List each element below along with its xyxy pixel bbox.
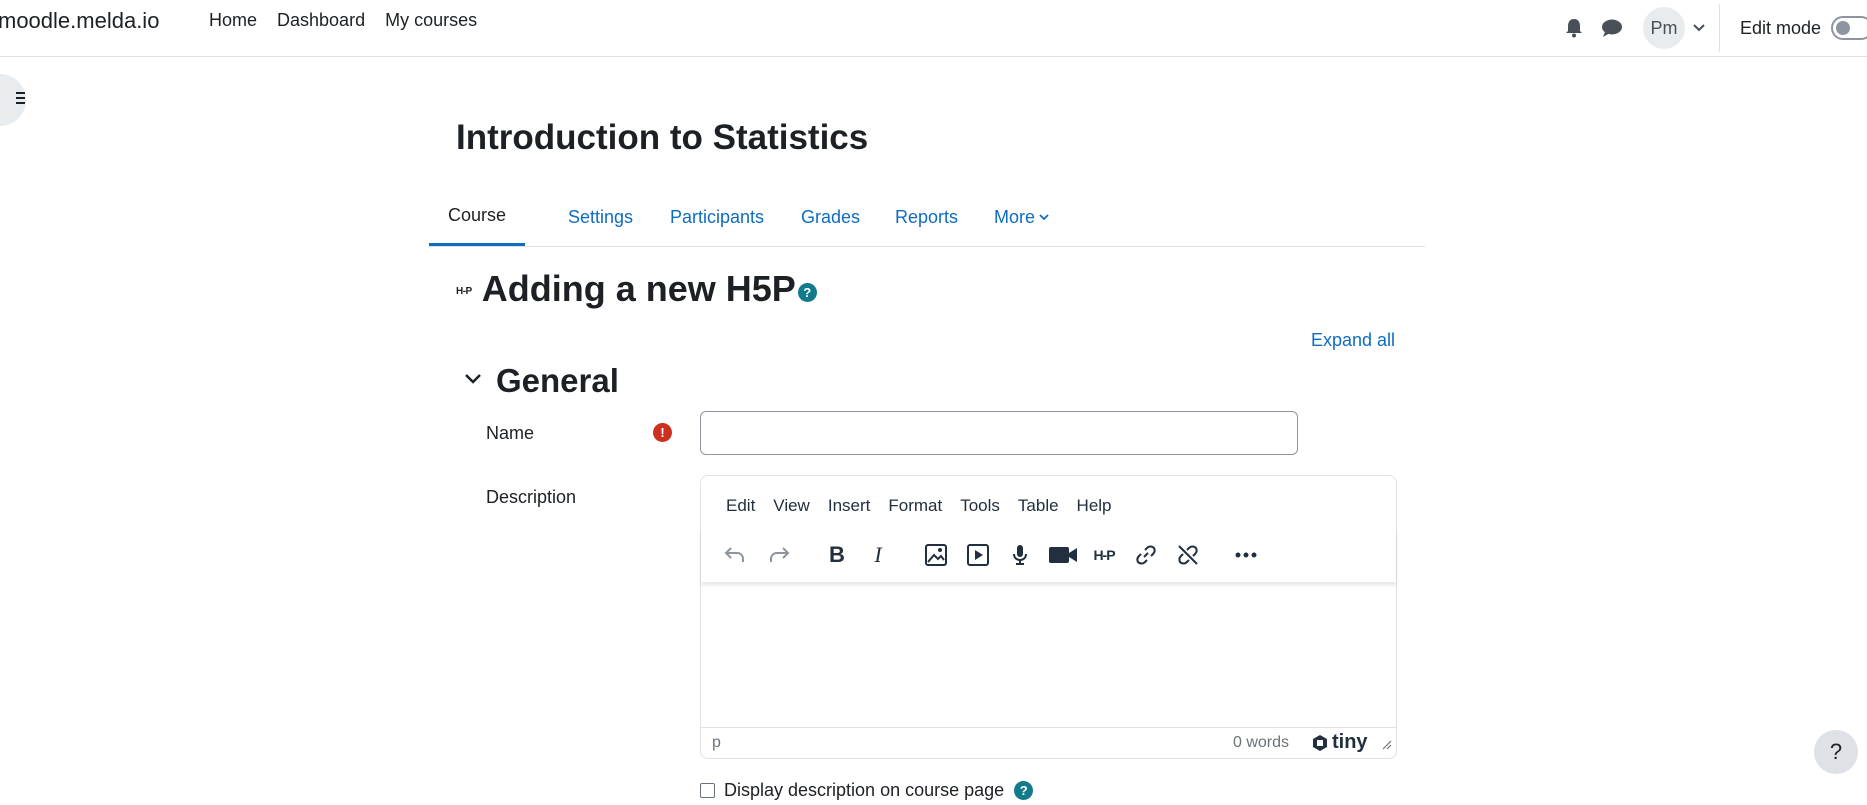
bell-icon[interactable] (1563, 17, 1585, 39)
expand-all-link[interactable]: Expand all (1311, 330, 1395, 351)
display-description-checkbox[interactable] (700, 783, 715, 798)
activity-title: Adding a new H5P (481, 268, 796, 309)
h5p-icon[interactable]: H-P (1087, 540, 1121, 570)
name-label: Name (486, 423, 535, 443)
tab-settings[interactable]: Settings (549, 188, 652, 246)
resize-handle-icon[interactable] (1382, 737, 1392, 755)
chevron-down-icon[interactable] (464, 372, 482, 390)
description-editor: Edit View Insert Format Tools Table Help… (700, 475, 1397, 759)
chevron-down-icon[interactable] (1693, 19, 1705, 37)
avatar[interactable]: Pm (1642, 7, 1685, 49)
tab-course[interactable]: Course (429, 188, 526, 246)
description-label: Description (486, 487, 577, 507)
help-icon[interactable]: ? (797, 282, 817, 302)
word-count[interactable]: 0 words (1233, 734, 1289, 752)
nav-my-courses[interactable]: My courses (375, 10, 487, 31)
media-icon[interactable] (963, 540, 993, 570)
redo-icon[interactable] (764, 540, 794, 570)
activity-heading: H-P Adding a new H5P ? (456, 268, 817, 310)
tab-more[interactable]: More (975, 188, 1068, 246)
menu-tools[interactable]: Tools (951, 496, 1009, 516)
navbar-right: Pm Edit mode (1563, 0, 1867, 56)
secondary-navigation: Course Settings Participants Grades Repo… (429, 188, 1425, 247)
help-icon[interactable]: ? (1014, 781, 1034, 800)
edit-mode-label: Edit mode (1739, 17, 1821, 38)
tiny-brand: tiny (1332, 731, 1368, 753)
nav-dashboard[interactable]: Dashboard (267, 10, 375, 31)
editor-toolbar: B I H-P (701, 528, 1396, 582)
chat-icon[interactable] (1601, 17, 1623, 39)
microphone-icon[interactable] (1005, 540, 1035, 570)
editor-statusbar: p 0 words tiny (701, 727, 1396, 758)
tab-grades[interactable]: Grades (782, 188, 879, 246)
italic-icon[interactable]: I (863, 540, 893, 570)
bold-icon[interactable]: B (822, 540, 852, 570)
tab-more-label: More (994, 206, 1036, 227)
tab-participants[interactable]: Participants (651, 188, 783, 246)
page-title: Introduction to Statistics (456, 118, 869, 157)
section-title: General (496, 362, 619, 399)
floating-help-button[interactable]: ? (1814, 730, 1858, 774)
name-input[interactable] (700, 411, 1298, 455)
course-index-toggle[interactable] (0, 74, 26, 126)
drawer-icon (16, 91, 26, 110)
menu-view[interactable]: View (764, 496, 819, 516)
menu-help[interactable]: Help (1068, 496, 1121, 516)
chevron-down-icon (1039, 213, 1049, 221)
tiny-logo[interactable]: tiny (1311, 731, 1368, 754)
display-description-label[interactable]: Display description on course page (724, 780, 1004, 801)
undo-icon[interactable] (720, 540, 750, 570)
general-section-header[interactable]: General (464, 362, 619, 400)
editor-menubar: Edit View Insert Format Tools Table Help (717, 496, 1121, 516)
navbar-divider (1718, 4, 1720, 52)
h5p-icon: H-P (456, 285, 472, 297)
site-brand[interactable]: moodle.melda.io (0, 8, 159, 34)
menu-edit[interactable]: Edit (717, 496, 764, 516)
menu-insert[interactable]: Insert (819, 496, 880, 516)
nav-home[interactable]: Home (199, 10, 267, 31)
required-icon: ! (653, 423, 672, 442)
menu-table[interactable]: Table (1009, 496, 1068, 516)
link-icon[interactable] (1131, 540, 1161, 570)
unlink-icon[interactable] (1173, 540, 1203, 570)
element-path[interactable]: p (712, 734, 721, 752)
menu-format[interactable]: Format (879, 496, 951, 516)
edit-mode-toggle[interactable] (1831, 16, 1867, 40)
editor-content-area[interactable] (701, 584, 1396, 702)
primary-navigation: Home Dashboard My courses (199, 10, 487, 31)
top-navbar: moodle.melda.io Home Dashboard My course… (0, 0, 1867, 57)
video-camera-icon[interactable] (1045, 540, 1081, 570)
display-description-row: Display description on course page ? (700, 780, 1034, 801)
tab-reports[interactable]: Reports (876, 188, 977, 246)
image-icon[interactable] (921, 540, 951, 570)
more-icon[interactable] (1231, 540, 1261, 570)
